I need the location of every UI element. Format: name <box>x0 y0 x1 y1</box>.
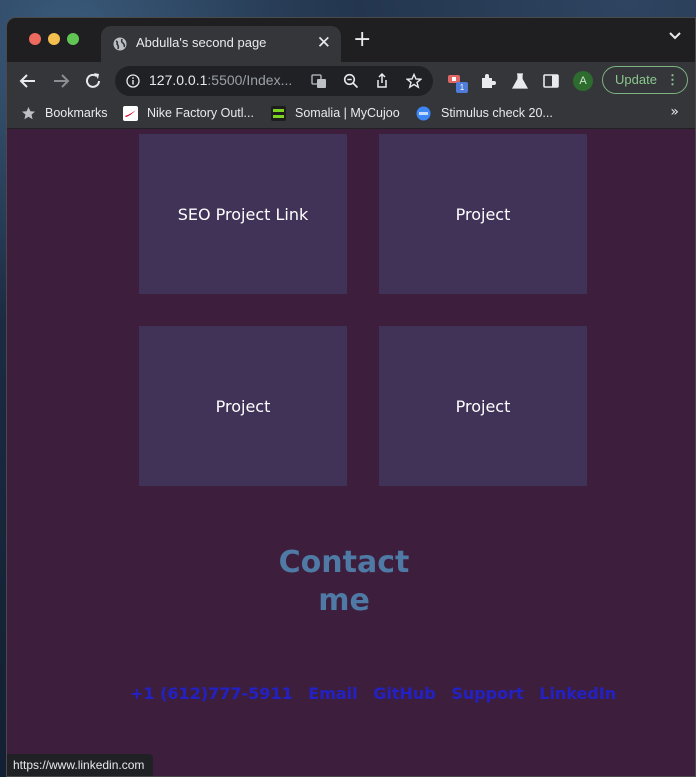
extension-badge: 1 <box>456 82 468 93</box>
project-card[interactable]: Project <box>139 326 347 486</box>
forward-arrow-icon[interactable] <box>51 71 71 91</box>
phone-link[interactable]: +1 (612)777-5911 <box>130 684 293 703</box>
bookmarks-label[interactable]: Bookmarks <box>45 106 108 120</box>
minimize-window-button[interactable] <box>48 33 60 45</box>
project-card-seo[interactable]: SEO Project Link <box>139 134 347 294</box>
support-link[interactable]: Support <box>451 684 523 703</box>
tab-title: Abdulla's second page <box>136 35 267 50</box>
project-card[interactable]: Project <box>379 134 587 294</box>
project-card-label: Project <box>455 396 511 416</box>
project-card-label: SEO Project Link <box>177 204 309 224</box>
project-card-label: Project <box>455 204 511 224</box>
nike-favicon-icon <box>123 106 138 121</box>
close-tab-icon[interactable]: ✕ <box>317 33 331 53</box>
contact-links: +1 (612)777-5911 Email GitHub Support Li… <box>130 684 626 703</box>
github-link[interactable]: GitHub <box>373 684 436 703</box>
puzzle-icon[interactable] <box>479 72 497 90</box>
info-icon[interactable] <box>126 74 140 88</box>
project-card[interactable]: Project <box>379 326 587 486</box>
zoom-out-icon[interactable] <box>343 73 359 89</box>
url-host: 127.0.0.1 <box>149 72 208 88</box>
toolbar: 127.0.0.1:5500/Index... 1 A Update ⋮ <box>7 62 695 100</box>
status-bar-url: https://www.linkedin.com <box>7 754 154 776</box>
url-path: :5500/Index... <box>207 72 293 88</box>
translate-icon[interactable] <box>311 73 327 89</box>
back-arrow-icon[interactable] <box>18 71 38 91</box>
update-button[interactable]: Update ⋮ <box>602 66 688 94</box>
address-bar[interactable]: 127.0.0.1:5500/Index... <box>115 66 433 96</box>
more-bookmarks-icon[interactable]: » <box>670 104 679 120</box>
browser-window: Abdulla's second page ✕ + 127.0.0.1:5500… <box>6 17 696 777</box>
bookmark-item-somalia[interactable]: Somalia | MyCujoo <box>295 106 400 120</box>
title-bar: Abdulla's second page ✕ + <box>7 18 695 62</box>
linkedin-link[interactable]: LinkedIn <box>539 684 616 703</box>
globe-icon <box>113 37 127 51</box>
url-text: 127.0.0.1:5500/Index... <box>149 72 292 88</box>
project-card-label: Project <box>215 396 271 416</box>
contact-heading: Contact me <box>239 544 449 620</box>
bookmark-item-nike[interactable]: Nike Factory Outl... <box>147 106 254 120</box>
bookmark-star-icon[interactable] <box>406 73 422 89</box>
more-menu-icon[interactable]: ⋮ <box>666 67 679 93</box>
new-tab-icon[interactable]: + <box>353 27 371 52</box>
bookmark-item-stimulus[interactable]: Stimulus check 20... <box>441 106 553 120</box>
email-link[interactable]: Email <box>308 684 357 703</box>
update-label: Update <box>615 72 657 87</box>
contact-heading-line2: me <box>318 583 370 618</box>
zoom-window-button[interactable] <box>67 33 79 45</box>
bookmarks-bar: Bookmarks Nike Factory Outl... Somalia |… <box>7 100 695 129</box>
reload-icon[interactable] <box>83 71 103 91</box>
lab-flask-icon[interactable] <box>511 72 529 90</box>
chevron-down-icon[interactable] <box>669 32 681 40</box>
profile-avatar[interactable]: A <box>573 71 593 91</box>
page-content: SEO Project Link Project Project Project… <box>7 129 695 776</box>
star-icon <box>22 107 35 120</box>
contact-heading-line1: Contact <box>278 545 410 580</box>
side-panel-icon[interactable] <box>542 72 560 90</box>
mycujoo-favicon-icon <box>271 106 286 121</box>
stimulus-favicon-icon <box>416 106 431 121</box>
browser-tab[interactable]: Abdulla's second page ✕ <box>101 26 341 62</box>
close-window-button[interactable] <box>29 33 41 45</box>
share-icon[interactable] <box>374 73 390 89</box>
